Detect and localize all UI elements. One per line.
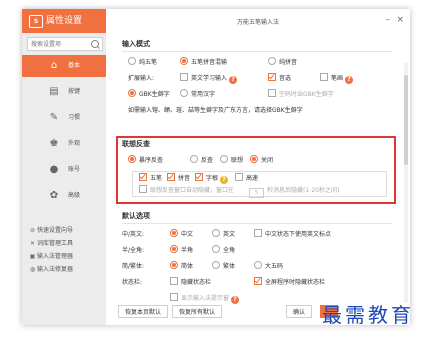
sidebar-item-label: 基本 — [68, 62, 81, 69]
radio-wubi-pinyin[interactable]: 五笔拼音混输 — [180, 57, 227, 69]
tool-quick-setup[interactable]: ⊘ 快速设置向导 — [28, 226, 73, 236]
check-stroke[interactable]: 笔画? — [320, 73, 354, 85]
check-pinyin[interactable]: 拼音 — [167, 173, 190, 185]
close-icon[interactable]: × — [396, 15, 404, 25]
minimize-icon[interactable]: – — [386, 15, 391, 25]
divider — [122, 223, 392, 224]
window-title: 万能五笔输入法 — [236, 19, 279, 26]
sidebar-title: 属性设置 — [46, 16, 83, 26]
tool-dictionary-manager[interactable]: ✕ 词库管理工具 — [28, 239, 73, 249]
restore-page-defaults-button[interactable]: 恢复本页默认 — [118, 305, 169, 318]
check-show-tip-window[interactable]: 显示输入法提示窗? — [170, 293, 240, 305]
row-simp-trad: 简/繁体: 简体 繁体 大五码 — [122, 261, 398, 273]
row-half-full: 半/全角: 半角 全角 — [122, 245, 398, 257]
sidebar-item-basic[interactable]: ⌂ 基本 — [22, 55, 106, 77]
help-icon[interactable]: ? — [220, 176, 229, 184]
check-english-learning[interactable]: 英文学习输入? — [180, 73, 238, 85]
row-statusbar: 状态栏: 隐藏状态栏 全屏程序时隐藏状态栏 — [122, 277, 398, 289]
check-en-punct[interactable]: 中文状态下使用英文标点 — [254, 229, 331, 241]
tool-ime-manager[interactable]: ▣ 输入法管理器 — [28, 252, 73, 262]
sidebar-item-advanced[interactable]: ✿ 高级 — [22, 185, 106, 207]
scrollbar[interactable] — [404, 63, 408, 303]
radio-full-width[interactable]: 全角 — [212, 245, 235, 257]
repair-icon: ◍ — [29, 266, 36, 273]
radio-half-width[interactable]: 半角 — [170, 245, 193, 257]
sidebar-item-keys[interactable]: ▤ 按键 — [22, 81, 106, 103]
sidebar-item-account[interactable]: ● 账号 — [22, 159, 106, 181]
shirt-icon: ♚ — [49, 138, 59, 149]
radio-common-chars[interactable]: 常用汉字 — [180, 89, 215, 101]
manager-icon: ▣ — [29, 253, 36, 260]
check-wubi[interactable]: 五笔 — [139, 173, 162, 185]
sidebar-item-appearance[interactable]: ♚ 外观 — [22, 133, 106, 155]
extend-input-row: 扩展输入: 英文学习输入? 音选 笔画? — [128, 73, 398, 85]
tools-icon: ✕ — [29, 240, 36, 247]
gear-icon: ✿ — [49, 190, 59, 201]
app-logo-icon: S — [29, 15, 43, 28]
search-input[interactable] — [31, 38, 87, 50]
radio-chinese[interactable]: 中文 — [170, 229, 193, 241]
charset-hint: 如需输入镕、頔、瑄、喆等生僻字及广东方言，请选择GBK生僻字 — [128, 107, 303, 114]
radio-gbk[interactable]: GBK生僻字 — [128, 89, 170, 101]
restore-all-defaults-button[interactable]: 恢复所有默认 — [172, 305, 223, 318]
sidebar-item-label: 高级 — [68, 192, 81, 199]
sidebar-item-habits[interactable]: ✎ 习惯 — [22, 107, 106, 129]
search-box[interactable] — [27, 37, 103, 51]
radio-english[interactable]: 英文 — [212, 229, 235, 241]
check-hide-statusbar[interactable]: 隐藏状态栏 — [170, 277, 211, 289]
radio-big5[interactable]: 大五码 — [254, 261, 283, 273]
sidebar: S 属性设置 ⌂ 基本 ▤ 按键 ✎ 习惯 ♚ 外观 ● 账号 ✿ 高级 — [22, 9, 106, 325]
auto-hide-suffix: 秒消息后隐藏(1-20秒之间) — [267, 187, 340, 194]
tool-ime-repair[interactable]: ◍ 输入法修复器 — [28, 265, 73, 275]
input-mode-row: 纯五笔 五笔拼音混输 纯拼音 — [128, 57, 398, 69]
pen-icon: ✎ — [49, 112, 59, 123]
settings-content: 输入模式 纯五笔 五笔拼音混输 纯拼音 扩展输入: 英文学习输入? 音选 笔画?… — [106, 33, 410, 325]
check-empty-code-gbk[interactable]: 空码时出GBK生僻字 — [268, 89, 334, 101]
association-sub-options: 五笔 拼音 字根? 高速 联想反查窗口自动隐藏，窗口在 5 秒消息后隐藏(1-2… — [132, 171, 387, 198]
check-highspeed[interactable]: 高速 — [235, 173, 258, 185]
settings-window: S 属性设置 ⌂ 基本 ▤ 按键 ✎ 习惯 ♚ 外观 ● 账号 ✿ 高级 — [22, 9, 410, 325]
user-icon: ● — [49, 164, 59, 175]
auto-hide-row: 联想反查窗口自动隐藏，窗口在 5 秒消息后隐藏(1-20秒之间) — [139, 185, 385, 198]
wand-icon: ⊘ — [29, 227, 36, 234]
sidebar-header: S 属性设置 — [22, 9, 106, 33]
row-cn-en: 中/英文: 中文 英文 中文状态下使用英文标点 — [122, 229, 398, 241]
sidebar-item-label: 按键 — [68, 88, 81, 95]
extend-label: 扩展输入: — [128, 75, 155, 82]
check-radical[interactable]: 字根? — [195, 173, 229, 185]
section-title-input-mode: 输入模式 — [122, 40, 150, 48]
auto-hide-seconds-input[interactable]: 5 — [247, 185, 266, 198]
ok-button[interactable]: 确认 — [286, 305, 313, 318]
sidebar-item-label: 账号 — [68, 166, 81, 173]
sidebar-item-label: 外观 — [68, 140, 81, 147]
watermark-text: 最需教育 — [322, 303, 414, 327]
radio-traditional[interactable]: 繁体 — [212, 261, 235, 273]
check-hide-statusbar-fullscreen[interactable]: 全屏程序时隐藏状态栏 — [254, 277, 325, 289]
divider — [122, 51, 392, 52]
home-icon: ⌂ — [50, 60, 58, 71]
check-auto-hide[interactable]: 联想反查窗口自动隐藏，窗口在 — [139, 185, 234, 197]
check-sound-select[interactable]: 音选 — [268, 73, 291, 85]
radio-pure-wubi[interactable]: 纯五笔 — [128, 57, 157, 69]
help-icon[interactable]: ? — [231, 296, 240, 304]
keyboard-icon: ▤ — [49, 86, 59, 97]
title-bar: 万能五笔输入法 – × — [106, 9, 410, 33]
scrollbar-thumb[interactable] — [404, 75, 408, 165]
radio-simplified[interactable]: 简体 — [170, 261, 193, 273]
search-icon[interactable] — [91, 40, 99, 48]
help-icon[interactable]: ? — [345, 76, 354, 84]
section-title-defaults: 默认选项 — [122, 212, 150, 220]
radio-pure-pinyin[interactable]: 纯拼音 — [268, 57, 297, 69]
charset-row: GBK生僻字 常用汉字 空码时出GBK生僻字 — [128, 89, 398, 101]
sidebar-item-label: 习惯 — [68, 114, 81, 121]
sub-options-row: 五笔 拼音 字根? 高速 — [139, 173, 379, 185]
help-icon[interactable]: ? — [229, 76, 238, 84]
